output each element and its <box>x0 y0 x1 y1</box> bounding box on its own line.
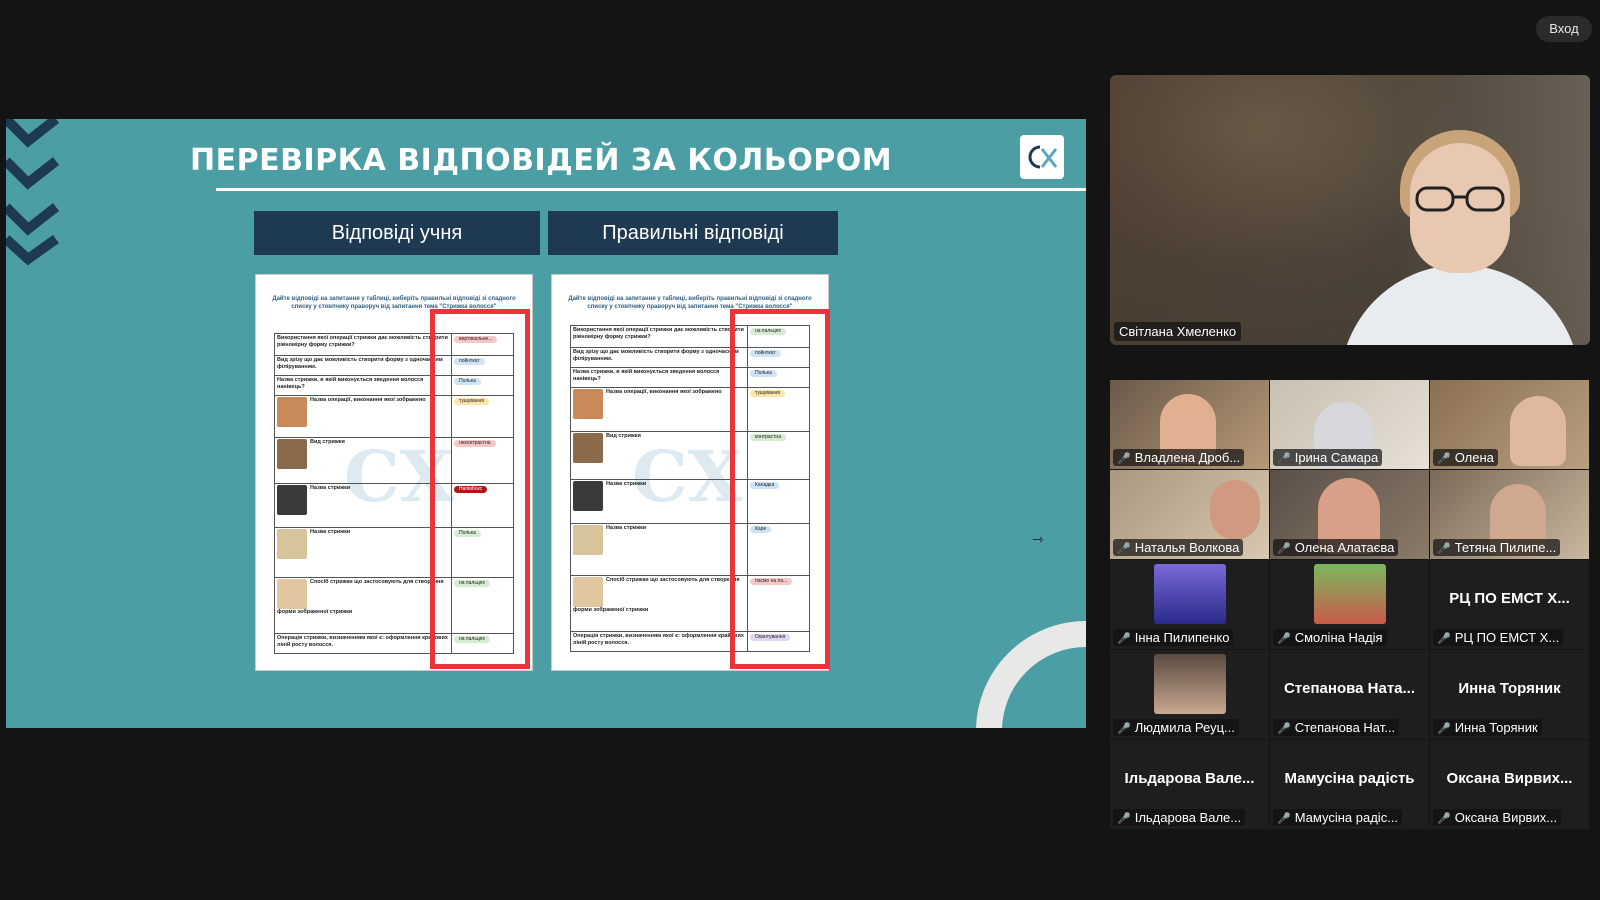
question-cell: Назва стрижки <box>606 525 647 531</box>
question-cell: Вид стрижки <box>310 439 345 445</box>
participant-name-label: 🎤 Степанова Нат... <box>1273 719 1400 736</box>
mic-muted-icon: 🎤 <box>1117 543 1131 555</box>
participant-face <box>1210 480 1260 540</box>
participant-avatar <box>1314 564 1386 624</box>
participant-name-label: 🎤 Смоліна Надія <box>1273 629 1387 646</box>
main-speaker-video[interactable]: Світлана Хмеленко <box>1110 75 1590 345</box>
participant-display-name: РЦ ПО ЕМСТ Х... <box>1449 590 1570 607</box>
haircut-photo <box>277 397 307 427</box>
haircut-photo <box>277 579 307 609</box>
participant-name-label: 🎤 Олена Алатаєва <box>1273 539 1399 556</box>
participant-tile[interactable]: 🎤 Ірина Самара <box>1270 380 1429 469</box>
participant-tile[interactable]: 🎤 Смоліна Надія <box>1270 560 1429 649</box>
mic-muted-icon: 🎤 <box>1117 723 1131 735</box>
title-underline <box>216 188 1086 191</box>
participant-avatar <box>1154 564 1226 624</box>
participant-grid: 🎤 Владлена Дроб... 🎤 Ірина Самара 🎤 Олена 🎤… <box>1110 380 1590 830</box>
participant-display-name: Мамусіна радість <box>1284 770 1415 787</box>
participant-tile[interactable]: 🎤 Владлена Дроб... <box>1110 380 1269 469</box>
participant-display-name: Инна Торяник <box>1458 680 1561 697</box>
mic-muted-icon: 🎤 <box>1437 543 1451 555</box>
participant-name-label: 🎤 Мамусіна радіс... <box>1273 809 1403 826</box>
haircut-photo <box>573 481 603 511</box>
haircut-photo <box>573 525 603 555</box>
correct-answers-header: Правильні відповіді <box>548 211 838 255</box>
participant-tile[interactable]: 🎤 Людмила Реуц... <box>1110 650 1269 739</box>
speaker-name-label: Світлана Хмеленко <box>1114 322 1242 341</box>
cursor-icon: ⇾ <box>1032 531 1044 547</box>
question-cell: Назва стрижки <box>606 481 647 487</box>
participant-tile[interactable]: РЦ ПО ЕМСТ Х... 🎤 РЦ ПО ЕМСТ Х... <box>1430 560 1589 649</box>
mic-muted-icon: 🎤 <box>1277 633 1291 645</box>
login-button[interactable]: Вход <box>1536 16 1592 42</box>
participant-tile[interactable]: Мамусіна радість 🎤 Мамусіна радіс... <box>1270 740 1429 829</box>
participant-tile[interactable]: 🎤 Наталья Волкова <box>1110 470 1269 559</box>
chevrons-decoration <box>6 119 60 266</box>
glasses-icon <box>1415 186 1505 212</box>
student-answers-highlight <box>430 309 530 669</box>
question-cell: Назва операції, виконання якої зображено <box>310 397 426 403</box>
question-cell: Назва стрижки, в якій виконується зведен… <box>274 375 452 396</box>
participant-name-label: 🎤 Людмила Реуц... <box>1113 719 1239 736</box>
question-cell: Назва операції, виконання якої зображено <box>606 389 722 395</box>
question-cell: Вид зрізу що дає можливість створити фор… <box>274 355 452 376</box>
participant-tile[interactable]: 🎤 Тетяна Пилипе... <box>1430 470 1589 559</box>
mic-muted-icon: 🎤 <box>1117 453 1131 465</box>
haircut-photo <box>573 433 603 463</box>
mic-muted-icon: 🎤 <box>1437 813 1451 825</box>
participant-name-label: 🎤 Инна Торяник <box>1433 719 1542 736</box>
question-cell: Назва стрижки <box>310 485 351 491</box>
participant-tile[interactable]: Ільдарова Вале... 🎤 Ільдарова Вале... <box>1110 740 1269 829</box>
mic-muted-icon: 🎤 <box>1117 813 1131 825</box>
logo-icon <box>1020 135 1064 179</box>
participant-tile[interactable]: Оксана Вирвих... 🎤 Оксана Вирвих... <box>1430 740 1589 829</box>
mic-muted-icon: 🎤 <box>1117 633 1131 645</box>
participant-tile[interactable]: 🎤 Олена <box>1430 380 1589 469</box>
participant-name-label: 🎤 Ірина Самара <box>1273 449 1383 466</box>
question-cell: Назва стрижки <box>310 529 351 535</box>
haircut-photo <box>573 577 603 607</box>
participant-display-name: Оксана Вирвих... <box>1446 770 1573 787</box>
participant-name-label: 🎤 Ільдарова Вале... <box>1113 809 1246 826</box>
participant-name-label: 🎤 Інна Пилипенко <box>1113 629 1234 646</box>
question-cell: Вид зрізу що дає можливість створити фор… <box>570 347 748 368</box>
participant-name-label: 🎤 Наталья Волкова <box>1113 539 1244 556</box>
participant-tile[interactable]: 🎤 Олена Алатаєва <box>1270 470 1429 559</box>
participant-tile[interactable]: Степанова Ната... 🎤 Степанова Нат... <box>1270 650 1429 739</box>
question-cell: Операція стрижки, визначенням якої є: оф… <box>570 631 748 652</box>
mic-muted-icon: 🎤 <box>1277 543 1291 555</box>
participant-name-label: 🎤 Тетяна Пилипе... <box>1433 539 1561 556</box>
mic-muted-icon: 🎤 <box>1277 453 1291 465</box>
participant-tile[interactable]: 🎤 Інна Пилипенко <box>1110 560 1269 649</box>
student-answers-header: Відповіді учня <box>254 211 540 255</box>
slide-title: ПЕРЕВІРКА ВІДПОВІДЕЙ ЗА КОЛЬОРОМ <box>190 143 893 178</box>
participant-face <box>1510 396 1566 466</box>
question-cell: Використання якої операції стрижки дає м… <box>570 325 748 348</box>
correct-answers-highlight <box>730 309 830 669</box>
haircut-photo <box>277 485 307 515</box>
decorative-arc <box>976 621 1086 728</box>
participant-display-name: Ільдарова Вале... <box>1124 770 1255 787</box>
participant-tile[interactable]: Инна Торяник 🎤 Инна Торяник <box>1430 650 1589 739</box>
mic-muted-icon: 🎤 <box>1277 813 1291 825</box>
participant-name-label: 🎤 Олена <box>1433 449 1498 466</box>
participant-display-name: Степанова Ната... <box>1283 680 1416 697</box>
question-cell: Вид стрижки <box>606 433 641 439</box>
question-cell: Назва стрижки, в якій виконується зведен… <box>570 367 748 388</box>
mic-muted-icon: 🎤 <box>1437 723 1451 735</box>
haircut-photo <box>277 439 307 469</box>
participant-name-label: 🎤 Оксана Вирвих... <box>1433 809 1562 826</box>
mic-muted-icon: 🎤 <box>1437 453 1451 465</box>
question-cell: Операція стрижки, визначенням якої є: оф… <box>274 633 452 654</box>
haircut-photo <box>573 389 603 419</box>
question-cell: Використання якої операції стрижки дає м… <box>274 333 452 356</box>
haircut-photo <box>277 529 307 559</box>
mic-muted-icon: 🎤 <box>1277 723 1291 735</box>
mic-muted-icon: 🎤 <box>1437 633 1451 645</box>
participant-name-label: 🎤 Владлена Дроб... <box>1113 449 1245 466</box>
shared-slide: ПЕРЕВІРКА ВІДПОВІДЕЙ ЗА КОЛЬОРОМ Відпові… <box>6 119 1086 728</box>
participant-avatar <box>1154 654 1226 714</box>
participant-name-label: 🎤 РЦ ПО ЕМСТ Х... <box>1433 629 1564 646</box>
